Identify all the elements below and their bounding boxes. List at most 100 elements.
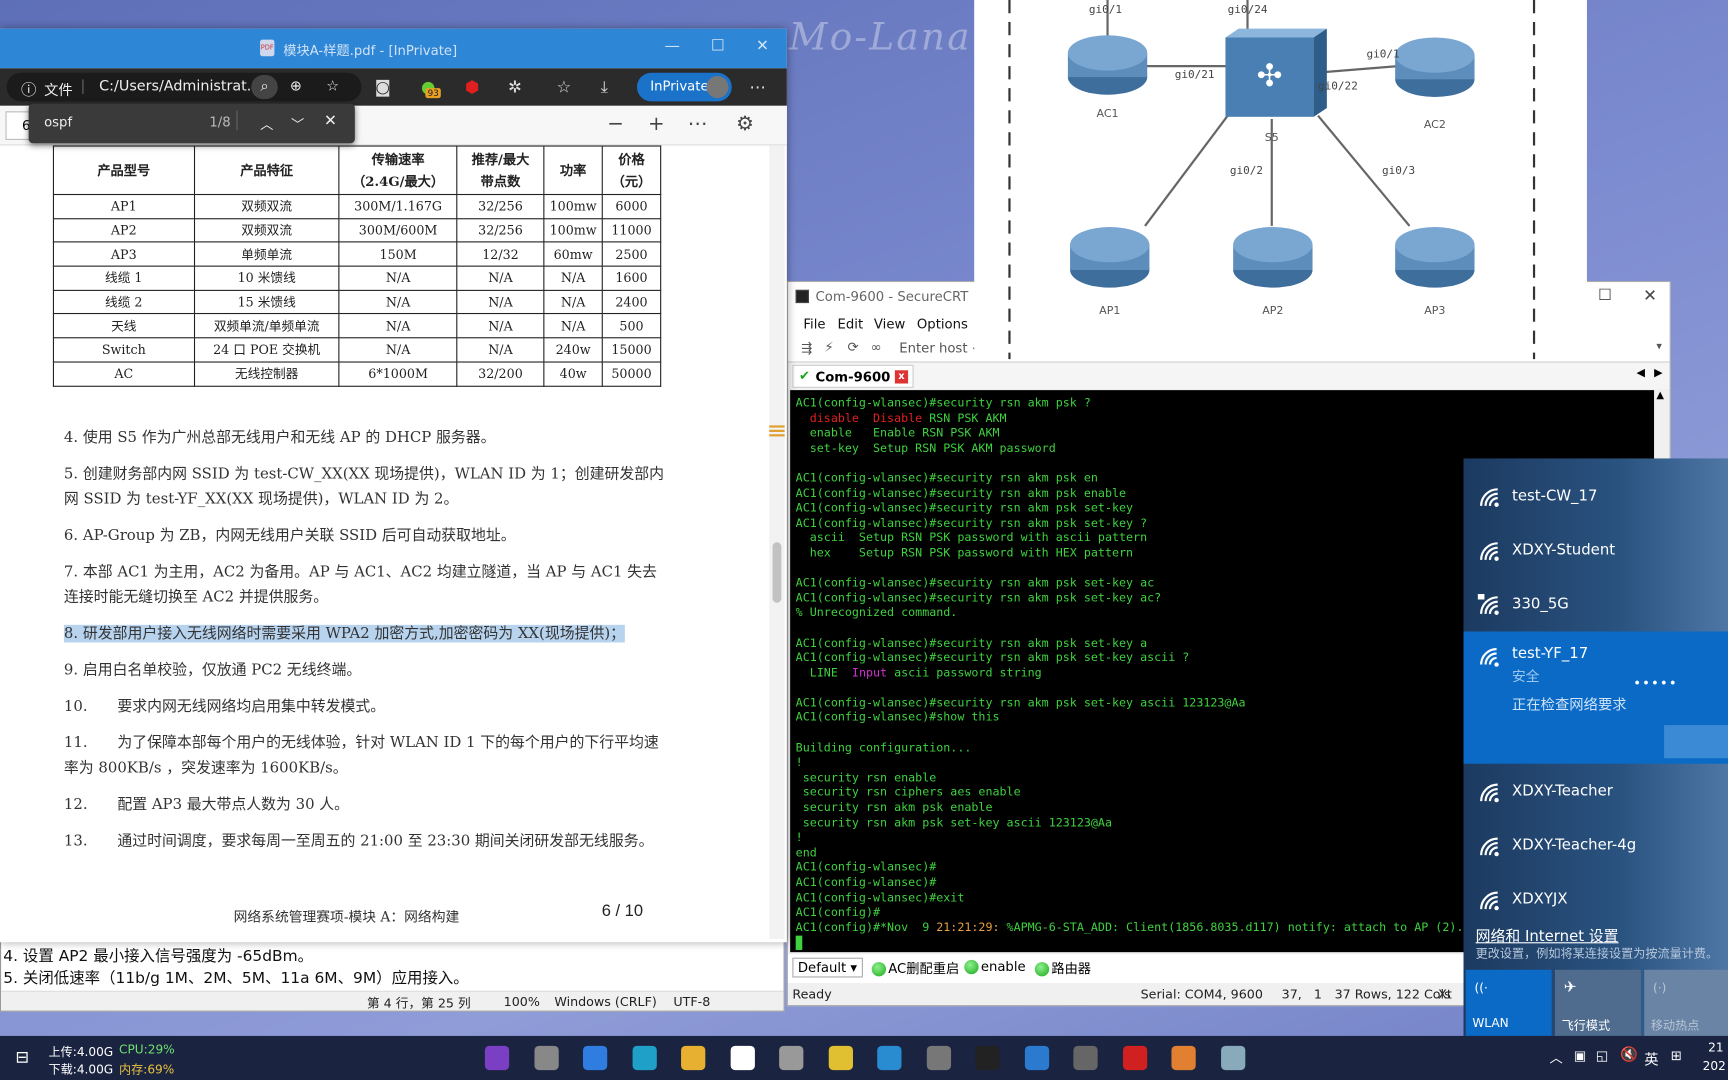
- wifi-network-item[interactable]: XDXY-Teacher: [1464, 763, 1728, 817]
- paint-icon[interactable]: [779, 1045, 804, 1071]
- task-view-icon[interactable]: ⊟: [15, 1047, 29, 1067]
- port-label: gi0/3: [1382, 164, 1415, 177]
- pdf-scrollbar[interactable]: [769, 145, 785, 939]
- input-icon[interactable]: ⊞: [1671, 1048, 1682, 1063]
- menu-file[interactable]: File: [803, 316, 825, 331]
- table-cell: N/A: [456, 289, 545, 315]
- find-previous-button[interactable]: ︿: [260, 115, 273, 134]
- text-line[interactable]: 4. 设置 AP2 最小接入信号强度为 -65dBm。: [3, 944, 313, 966]
- volume-muted-icon[interactable]: 🔇: [1620, 1047, 1638, 1064]
- todo-icon[interactable]: [582, 1045, 608, 1071]
- app-icon[interactable]: [877, 1045, 902, 1071]
- tab-scroll-left[interactable]: ◀: [1637, 367, 1645, 379]
- downloads-icon[interactable]: ⤓: [601, 77, 608, 97]
- maximize-button[interactable]: ☐: [1598, 287, 1612, 305]
- add-favorite-icon[interactable]: ☆: [326, 78, 339, 95]
- terminal-text: ascii Setup RSN PSK password with ascii …: [795, 531, 1148, 545]
- ap1-icon[interactable]: [1070, 227, 1150, 288]
- menu-view[interactable]: View: [874, 316, 905, 331]
- button-bar-select[interactable]: Default ▾: [792, 957, 863, 978]
- switch-s5[interactable]: ✣: [1225, 28, 1327, 117]
- table-cell: 240w: [543, 337, 603, 363]
- info-icon[interactable]: ⓘ: [21, 78, 36, 100]
- wifi-network-item[interactable]: XDXYJX: [1464, 871, 1728, 925]
- wifi-item-selected[interactable]: test-YF_17 安全 ••••• 正在检查网络要求: [1463, 631, 1728, 764]
- reading-icon[interactable]: ◙: [375, 77, 391, 97]
- find-next-button[interactable]: ﹀: [291, 115, 304, 134]
- onenote-icon[interactable]: [484, 1045, 510, 1071]
- network-icon[interactable]: ◱: [1596, 1048, 1609, 1063]
- clock-app-icon[interactable]: [533, 1045, 559, 1071]
- tab-scroll-right[interactable]: ▶: [1654, 367, 1662, 379]
- mobile-hotspot-toggle[interactable]: (·) 移动热点: [1644, 969, 1728, 1036]
- notepad-icon[interactable]: [1220, 1045, 1245, 1071]
- router-ac2[interactable]: [1395, 37, 1475, 97]
- edge-titlebar[interactable]: PDF 模块A-样题.pdf - [InPrivate] — ☐ ✕: [0, 28, 787, 69]
- zoom-in-button[interactable]: +: [648, 112, 665, 135]
- adblock-icon[interactable]: ⬢: [465, 77, 479, 97]
- router-ac1[interactable]: [1067, 35, 1148, 95]
- cancel-button[interactable]: [1664, 725, 1728, 759]
- inprivate-button[interactable]: InPrivate: [636, 72, 732, 102]
- media-player-icon[interactable]: [828, 1045, 853, 1071]
- settings-gear-icon[interactable]: ⚙: [736, 112, 754, 135]
- pinned-app-icon[interactable]: [1024, 1045, 1049, 1071]
- find-in-page-icon[interactable]: ⌕: [251, 74, 278, 100]
- button-enable[interactable]: enable: [964, 959, 1026, 975]
- button-ac-reset[interactable]: AC删配重启: [871, 959, 959, 978]
- link-icon[interactable]: ∞: [871, 339, 882, 354]
- host-input[interactable]: Enter host <: [899, 341, 983, 356]
- close-tab-icon[interactable]: x: [894, 370, 909, 384]
- recorder-icon[interactable]: [1122, 1045, 1147, 1071]
- wifi-network-item[interactable]: test-CW_17: [1464, 467, 1728, 521]
- settings-icon[interactable]: [1073, 1045, 1098, 1071]
- find-input[interactable]: ospf: [44, 115, 72, 130]
- find-close-button[interactable]: ✕: [324, 112, 337, 130]
- address-bar[interactable]: ⓘ 文件 | C:/Users/Administrat... ⌕ ⊕ ☆: [6, 72, 362, 102]
- tray-icon[interactable]: ▣: [1574, 1048, 1587, 1063]
- text-line[interactable]: 5. 关闭低速率（11b/g 1M、2M、5M、11a 6M、9M）应用接入。: [3, 966, 468, 988]
- quick-connect-icon[interactable]: ⚡: [824, 339, 833, 354]
- airplane-mode-toggle[interactable]: ✈ 飞行模式: [1554, 969, 1641, 1036]
- address-text[interactable]: C:/Users/Administrat...: [99, 78, 260, 95]
- menu-options[interactable]: Options: [917, 316, 968, 331]
- zoom-out-button[interactable]: −: [607, 112, 624, 135]
- menu-edit[interactable]: Edit: [838, 316, 864, 331]
- ap3-icon[interactable]: [1395, 227, 1475, 288]
- tab-com-9600[interactable]: ✔ Com-9600 x: [792, 364, 914, 388]
- show-hidden-icons[interactable]: ︿: [1549, 1048, 1562, 1067]
- requirement-item: 5. 创建财务部内网 SSID 为 test-CW_XX(XX 现场提供)，WL…: [64, 462, 665, 513]
- reconnect-icon[interactable]: ⟳: [847, 339, 858, 354]
- taskbar: ⊟ 上传:4.00G CPU:29% 下载:4.00G 内存:69% ︿ ▣ ◱…: [0, 1035, 1728, 1080]
- ap2-icon[interactable]: [1233, 227, 1313, 288]
- wifi-network-item[interactable]: XDXY-Teacher-4g: [1464, 817, 1728, 871]
- wifi-network-item[interactable]: XDXY-Student: [1464, 521, 1728, 575]
- wlan-toggle[interactable]: ((· WLAN: [1465, 969, 1552, 1036]
- close-button[interactable]: ✕: [1643, 285, 1657, 305]
- zoom-icon[interactable]: ⊕: [290, 78, 302, 95]
- network-settings-link[interactable]: 网络和 Internet 设置: [1476, 924, 1619, 946]
- more-tools-button[interactable]: ⋯: [688, 112, 708, 135]
- more-menu-icon[interactable]: ⋯: [749, 77, 766, 97]
- connect-icon[interactable]: ⇶: [801, 341, 812, 356]
- extensions-icon[interactable]: ✲: [508, 77, 522, 97]
- button-router[interactable]: 路由器: [1034, 959, 1091, 978]
- favorites-icon[interactable]: ☆: [557, 77, 572, 97]
- table-cell: 15 米馈线: [193, 289, 340, 315]
- file-explorer-icon[interactable]: [681, 1045, 706, 1071]
- terminal-icon[interactable]: [975, 1045, 1000, 1071]
- minimize-button[interactable]: —: [665, 37, 680, 55]
- clock-time[interactable]: 21: [1708, 1040, 1723, 1054]
- wifi-network-item[interactable]: 330_5G: [1464, 575, 1728, 629]
- close-button[interactable]: ✕: [756, 37, 769, 55]
- calculator-icon[interactable]: [926, 1045, 951, 1071]
- color-app-icon[interactable]: [1171, 1045, 1196, 1071]
- toolbar-dropdown[interactable]: ▾: [1656, 341, 1662, 353]
- clock-date[interactable]: 202: [1703, 1059, 1726, 1073]
- scroll-thumb[interactable]: [772, 542, 782, 603]
- typora-icon[interactable]: [730, 1045, 755, 1071]
- ime-indicator[interactable]: 英: [1644, 1048, 1658, 1069]
- table-cell: 32/256: [456, 217, 545, 243]
- edge-icon[interactable]: [632, 1045, 657, 1071]
- maximize-button[interactable]: ☐: [711, 37, 725, 55]
